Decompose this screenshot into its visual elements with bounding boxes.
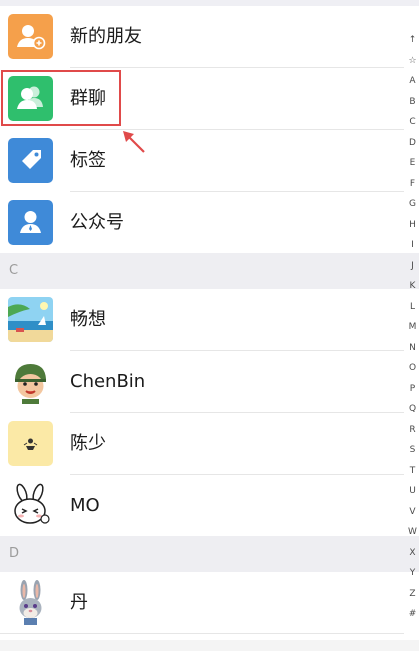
contact-item-chenshao[interactable]: 陈少 <box>0 413 404 474</box>
index-letter[interactable]: ↑ <box>406 30 419 51</box>
contact-item-mo[interactable]: MO <box>0 475 404 536</box>
contact-item-tags[interactable]: 标签 <box>0 130 404 191</box>
index-letter[interactable]: R <box>406 420 419 441</box>
index-letter[interactable]: T <box>406 461 419 482</box>
index-letter[interactable]: S <box>406 440 419 461</box>
index-letter[interactable]: U <box>406 481 419 502</box>
contact-name: 陈少 <box>70 433 106 454</box>
index-letter[interactable]: G <box>406 194 419 215</box>
contact-name: 丹 <box>70 592 88 613</box>
section-header-c: C <box>0 253 419 289</box>
contact-name: 畅想 <box>70 309 106 330</box>
index-letter[interactable]: D <box>406 133 419 154</box>
soldier-avatar <box>8 359 53 404</box>
index-letter[interactable]: L <box>406 297 419 318</box>
index-letter[interactable]: M <box>406 317 419 338</box>
pointer-arrow-icon <box>123 131 145 153</box>
index-letter[interactable]: O <box>406 358 419 379</box>
index-letter[interactable]: N <box>406 338 419 359</box>
highlight-box-group-chats <box>1 70 121 126</box>
official-accounts-label: 公众号 <box>70 212 124 233</box>
index-letter[interactable]: P <box>406 379 419 400</box>
rabbit-avatar <box>8 483 53 528</box>
section-header-d: D <box>0 536 419 572</box>
index-letter[interactable]: J <box>406 256 419 277</box>
index-letter[interactable]: W <box>406 522 419 543</box>
contact-item-dan[interactable]: 丹 <box>0 572 404 633</box>
contact-name: MO <box>70 495 100 516</box>
index-letter[interactable]: E <box>406 153 419 174</box>
section-letter: C <box>9 263 19 278</box>
index-letter[interactable]: V <box>406 502 419 523</box>
index-letter[interactable]: K <box>406 276 419 297</box>
bottom-bar-edge <box>0 640 419 651</box>
contact-item-changxiang[interactable]: 畅想 <box>0 289 404 350</box>
alphabet-index-bar[interactable]: ↑ ☆ A B C D E F G H I J K L M N O P Q R S T U V W X Y Z # <box>406 30 419 625</box>
tags-label: 标签 <box>70 150 106 171</box>
contact-item-chenbin[interactable]: ChenBin <box>0 351 404 412</box>
index-letter[interactable]: # <box>406 604 419 625</box>
bunny-avatar <box>8 580 53 625</box>
index-letter[interactable]: ☆ <box>406 51 419 72</box>
official-account-icon <box>8 200 53 245</box>
index-letter[interactable]: A <box>406 71 419 92</box>
index-letter[interactable]: B <box>406 92 419 113</box>
index-letter[interactable]: Z <box>406 584 419 605</box>
new-friend-icon <box>8 14 53 59</box>
index-letter[interactable]: F <box>406 174 419 195</box>
index-letter[interactable]: Q <box>406 399 419 420</box>
tag-icon <box>8 138 53 183</box>
contact-name: ChenBin <box>70 371 146 392</box>
index-letter[interactable]: C <box>406 112 419 133</box>
index-letter[interactable]: I <box>406 235 419 256</box>
index-letter[interactable]: H <box>406 215 419 236</box>
section-letter: D <box>9 546 20 561</box>
contact-item-new-friends[interactable]: 新的朋友 <box>0 6 404 67</box>
new-friends-label: 新的朋友 <box>70 26 142 47</box>
contact-item-official-accounts[interactable]: 公众号 <box>0 192 404 253</box>
beach-avatar <box>8 297 53 342</box>
index-letter[interactable]: X <box>406 543 419 564</box>
yellow-figure-avatar <box>8 421 53 466</box>
divider <box>0 633 404 634</box>
index-letter[interactable]: Y <box>406 563 419 584</box>
